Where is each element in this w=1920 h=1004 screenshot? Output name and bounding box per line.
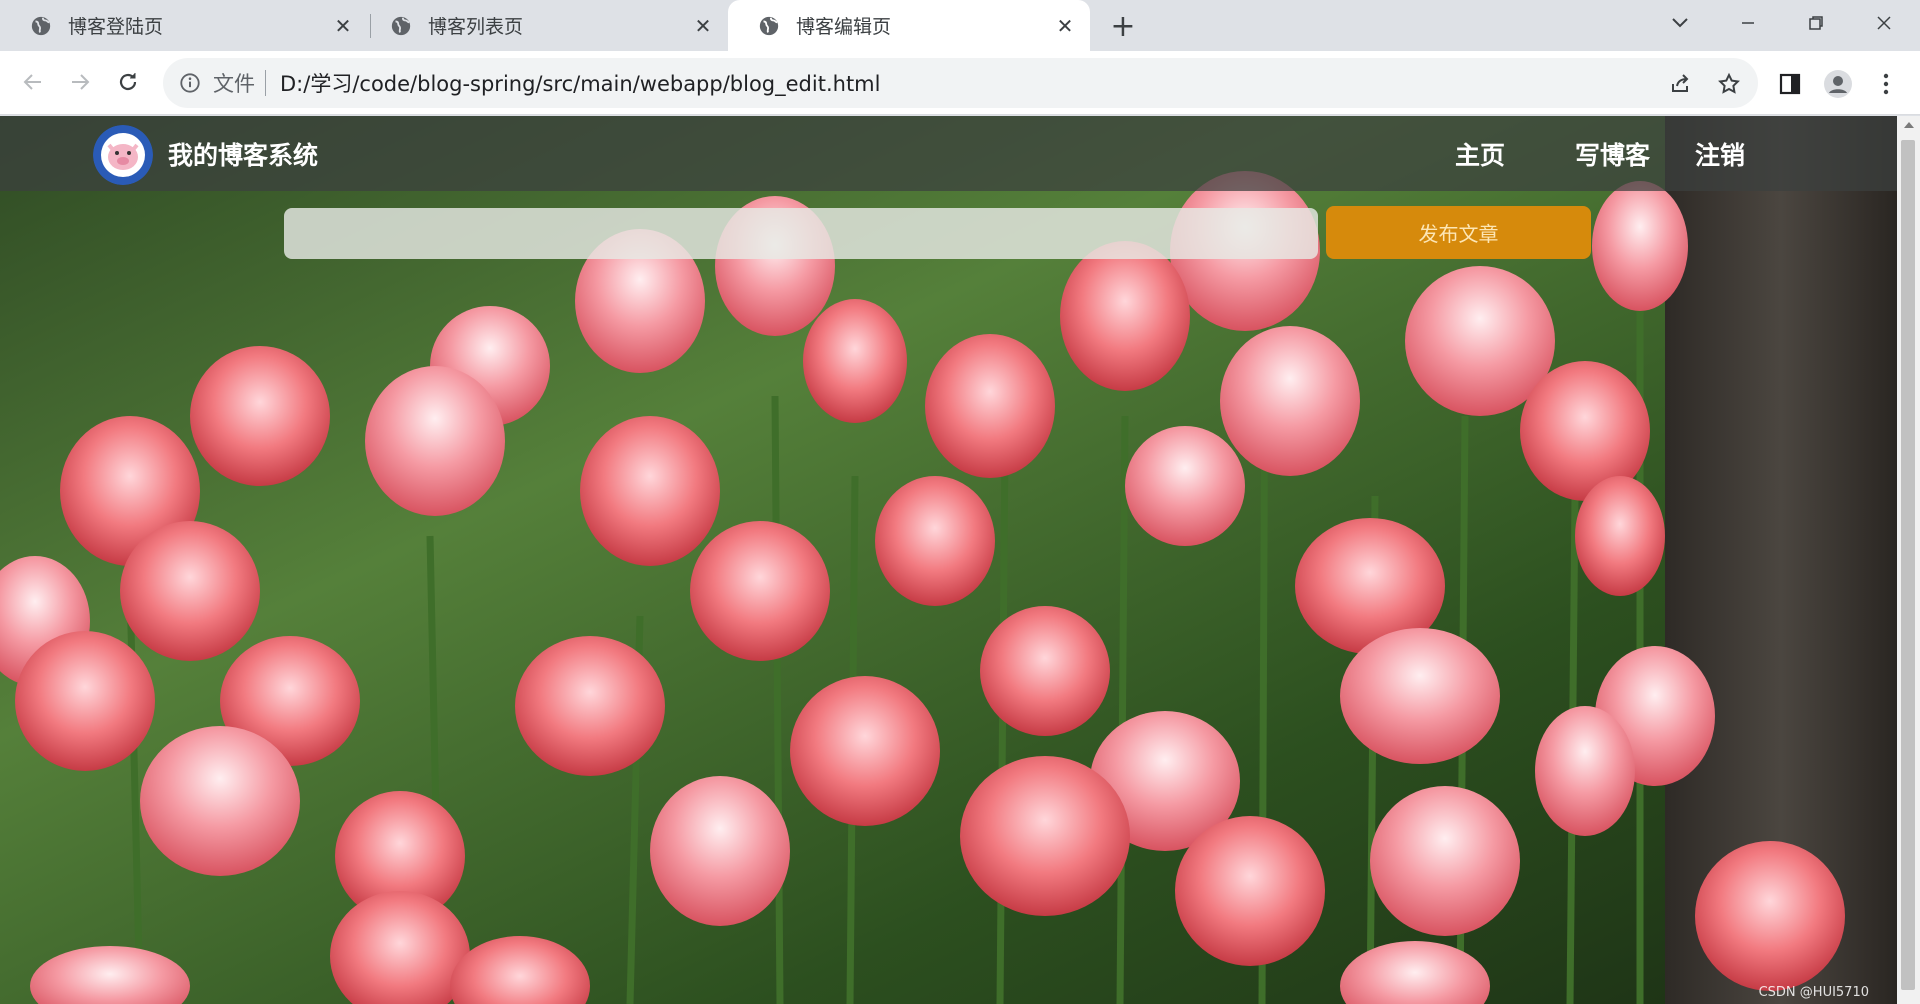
back-arrow-icon[interactable] <box>16 65 50 99</box>
tab-search-icon[interactable] <box>1660 8 1700 38</box>
blog-title-input[interactable] <box>284 208 1318 259</box>
tab-title: 博客列表页 <box>428 16 524 38</box>
site-navbar: 我的博客系统 主页 写博客 注销 <box>0 116 1897 191</box>
restore-icon[interactable] <box>1796 8 1836 38</box>
nav-logout-link[interactable]: 注销 <box>1695 136 1745 172</box>
close-tab-icon[interactable]: ✕ <box>690 13 716 39</box>
profile-avatar-icon[interactable] <box>1821 67 1855 101</box>
globe-icon <box>759 16 779 35</box>
bookmark-star-icon[interactable] <box>1713 68 1745 100</box>
tab-title: 博客登陆页 <box>68 16 164 38</box>
watermark: CSDN @HUI5710 <box>1758 985 1869 1000</box>
tab-login[interactable]: 博客登陆页 ✕ <box>0 0 368 51</box>
tab-list[interactable]: 博客列表页 ✕ <box>360 0 728 51</box>
page-scrollbar[interactable] <box>1897 116 1920 1004</box>
globe-icon <box>31 16 51 35</box>
site-title: 我的博客系统 <box>168 141 319 170</box>
globe-icon <box>391 16 411 35</box>
security-label: 文件 <box>213 72 255 96</box>
forward-arrow-icon[interactable] <box>63 65 97 99</box>
nav-write-link[interactable]: 写博客 <box>1575 136 1650 172</box>
side-panel-icon[interactable] <box>1773 67 1807 101</box>
reload-icon[interactable] <box>111 65 145 99</box>
menu-kebab-icon[interactable] <box>1869 67 1903 101</box>
scrollbar-thumb[interactable] <box>1901 140 1915 990</box>
page-viewport: 我的博客系统 主页 写博客 注销 发布文章 CSDN @HUI5710 <box>0 116 1897 1004</box>
info-icon[interactable] <box>179 72 201 94</box>
url-text[interactable]: D:/学习/code/blog-spring/src/main/webapp/b… <box>280 68 880 98</box>
nav-home-link[interactable]: 主页 <box>1455 136 1505 172</box>
address-bar[interactable]: 文件 D:/学习/code/blog-spring/src/main/webap… <box>163 58 1758 108</box>
share-icon[interactable] <box>1665 68 1697 100</box>
minimize-icon[interactable] <box>1728 8 1768 38</box>
pig-avatar-icon <box>93 125 153 185</box>
omnibox-divider <box>265 70 266 96</box>
publish-button[interactable]: 发布文章 <box>1326 206 1591 259</box>
tab-edit[interactable]: 博客编辑页 ✕ <box>728 0 1090 51</box>
tab-strip: 博客登陆页 ✕ 博客列表页 ✕ 博客编辑页 ✕ + <box>0 0 1920 51</box>
close-window-icon[interactable] <box>1864 8 1904 38</box>
tab-title: 博客编辑页 <box>796 16 892 38</box>
close-tab-icon[interactable]: ✕ <box>330 13 356 39</box>
scroll-up-arrow-icon[interactable] <box>1897 120 1920 136</box>
site-logo[interactable] <box>93 125 153 185</box>
browser-toolbar: 文件 D:/学习/code/blog-spring/src/main/webap… <box>0 51 1920 115</box>
close-tab-icon[interactable]: ✕ <box>1052 13 1078 39</box>
new-tab-button[interactable]: + <box>1108 9 1138 44</box>
